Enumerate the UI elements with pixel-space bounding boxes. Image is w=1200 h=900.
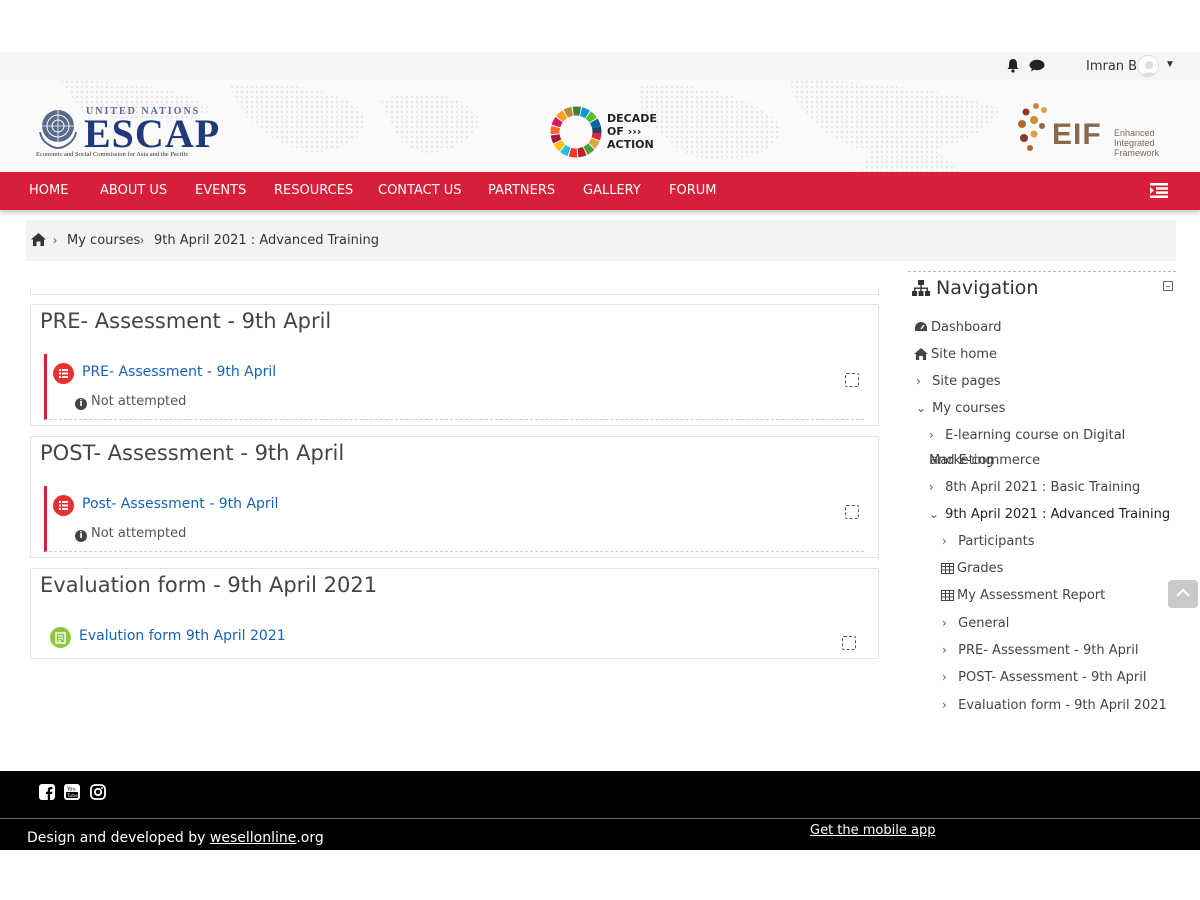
breadcrumb-current-course[interactable]: 9th April 2021 : Advanced Training <box>154 233 379 248</box>
activity-item: Post- Assessment - 9th April i Not attemp… <box>44 486 864 552</box>
info-icon: i <box>75 398 87 410</box>
table-icon <box>941 585 954 610</box>
social-links: You Tube <box>39 784 111 805</box>
nav-item-general[interactable]: › General <box>942 611 1009 636</box>
navigation-block: Navigation Dashboard Site home › Site pa… <box>908 271 1176 721</box>
collapse-block-icon[interactable] <box>1163 281 1173 291</box>
activity-link[interactable]: Post- Assessment - 9th April <box>82 496 278 512</box>
facebook-icon[interactable] <box>39 784 55 805</box>
breadcrumb-separator: › <box>140 233 144 247</box>
nav-item-site-pages[interactable]: › Site pages <box>916 369 1000 394</box>
chevron-down-icon: ⌄ <box>929 507 940 521</box>
logo-banner: UNITED NATIONS ESCAP Economic and Social… <box>0 80 1200 172</box>
nav-events[interactable]: EVENTS <box>195 183 246 198</box>
instagram-icon[interactable] <box>90 784 106 805</box>
nav-forum[interactable]: FORUM <box>669 183 716 198</box>
back-to-top-button[interactable] <box>1168 580 1198 608</box>
section-post-assessment: POST- Assessment - 9th April Post- Asses… <box>30 436 879 558</box>
page: Imran B ▼ UNITED NATIONS ESCAP Economic … <box>0 0 1200 900</box>
quiz-icon <box>53 495 74 516</box>
section-title: POST- Assessment - 9th April <box>40 441 345 465</box>
activity-item: PRE- Assessment - 9th April i Not attempt… <box>44 354 864 420</box>
section-pre-assessment: PRE- Assessment - 9th April PRE- Assessm… <box>30 304 879 426</box>
breadcrumb: › My courses › 9th April 2021 : Advanced… <box>26 220 1176 261</box>
breadcrumb-my-courses[interactable]: My courses <box>67 233 140 248</box>
completion-checkbox[interactable] <box>842 636 856 650</box>
nav-item-course-digital-marketing-line2[interactable]: and E-commerce <box>930 448 1040 473</box>
chevron-right-icon: › <box>929 428 934 442</box>
nav-item-course-basic-training[interactable]: › 8th April 2021 : Basic Training <box>929 475 1140 500</box>
activity-status: i Not attempted <box>75 394 186 410</box>
navigation-title: Navigation <box>936 277 1039 299</box>
nav-about-us[interactable]: ABOUT US <box>100 183 167 198</box>
svg-text:You: You <box>66 787 76 793</box>
section-title: PRE- Assessment - 9th April <box>40 309 332 333</box>
nav-resources[interactable]: RESOURCES <box>274 183 353 198</box>
footer-credit: Design and developed by wesellonline.org <box>27 830 324 846</box>
nav-item-post-assessment[interactable]: › POST- Assessment - 9th April <box>942 665 1146 690</box>
decade-of-action-logo[interactable]: DECADE OF ››› ACTION <box>550 106 657 163</box>
info-icon: i <box>75 530 87 542</box>
feedback-icon <box>50 627 71 648</box>
mobile-app-link[interactable]: Get the mobile app <box>810 823 935 838</box>
completion-checkbox[interactable] <box>845 505 859 519</box>
eif-logo-text: EIF <box>1052 118 1102 151</box>
chevron-down-icon: ⌄ <box>916 401 927 415</box>
nav-item-my-assessment-report[interactable]: My Assessment Report <box>941 583 1105 610</box>
activity-link[interactable]: Evalution form 9th April 2021 <box>79 628 286 644</box>
eif-logo-subtitle: Enhanced Integrated Framework <box>1114 128 1160 158</box>
decade-of-action-text: DECADE OF ››› ACTION <box>607 112 657 151</box>
nav-item-grades[interactable]: Grades <box>941 556 1003 583</box>
nav-contact-us[interactable]: CONTACT US <box>378 183 462 198</box>
chevron-right-icon: › <box>942 670 947 684</box>
nav-item-participants[interactable]: › Participants <box>942 529 1035 554</box>
wesellonline-link[interactable]: wesellonline <box>210 830 296 846</box>
dashboard-icon <box>914 317 928 342</box>
completion-checkbox[interactable] <box>845 373 859 387</box>
avatar[interactable] <box>1137 55 1159 77</box>
home-icon[interactable] <box>31 233 46 251</box>
navigation-heading: Navigation <box>912 277 1038 301</box>
nav-partners[interactable]: PARTNERS <box>488 183 555 198</box>
chevron-right-icon: › <box>942 534 947 548</box>
caret-down-icon[interactable]: ▼ <box>1165 59 1175 70</box>
nav-item-evaluation-form[interactable]: › Evaluation form - 9th April 2021 <box>942 693 1167 718</box>
chevron-right-icon: › <box>942 698 947 712</box>
nav-item-course-advanced-training[interactable]: ⌄ 9th April 2021 : Advanced Training <box>929 502 1170 527</box>
nav-item-pre-assessment[interactable]: › PRE- Assessment - 9th April <box>942 638 1138 663</box>
nav-gallery[interactable]: GALLERY <box>583 183 641 198</box>
quiz-icon <box>53 363 74 384</box>
activity-status: i Not attempted <box>75 526 186 542</box>
nav-item-site-home[interactable]: Site home <box>914 342 997 369</box>
nav-item-my-courses[interactable]: ⌄ My courses <box>916 396 1005 421</box>
chevron-right-icon: › <box>929 480 934 494</box>
youtube-icon[interactable]: You Tube <box>64 784 81 805</box>
nav-item-dashboard[interactable]: Dashboard <box>914 315 1002 342</box>
footer-divider <box>0 818 1200 819</box>
chevron-right-icon: › <box>942 616 947 630</box>
svg-text:Tube: Tube <box>67 793 79 799</box>
escap-logo-subtitle: Economic and Social Commission for Asia … <box>36 151 189 158</box>
chat-icon[interactable] <box>1029 59 1045 77</box>
sitemap-icon <box>912 279 930 301</box>
chevron-up-icon <box>1176 588 1190 597</box>
chevron-right-icon: › <box>942 643 947 657</box>
user-bar: Imran B ▼ <box>0 52 1200 80</box>
main-nav: HOME ABOUT US EVENTS RESOURCES CONTACT U… <box>0 172 1200 210</box>
nav-home[interactable]: HOME <box>29 183 68 198</box>
section-title: Evaluation form - 9th April 2021 <box>40 573 378 597</box>
table-icon <box>941 558 954 583</box>
activity-link[interactable]: PRE- Assessment - 9th April <box>82 364 276 380</box>
escap-logo-text: ESCAP <box>84 111 221 156</box>
breadcrumb-separator: › <box>53 233 57 247</box>
drawer-toggle-icon[interactable] <box>1150 183 1168 203</box>
section-divider <box>30 288 879 295</box>
bell-icon[interactable] <box>1006 58 1020 78</box>
footer: You Tube Design and developed by wesellon… <box>0 771 1200 850</box>
chevron-right-icon: › <box>916 374 921 388</box>
section-evaluation-form: Evaluation form - 9th April 2021 Evaluti… <box>30 568 879 659</box>
home-icon <box>914 344 928 369</box>
activity-item: Evalution form 9th April 2021 <box>44 618 864 654</box>
user-name[interactable]: Imran B <box>1086 59 1137 74</box>
